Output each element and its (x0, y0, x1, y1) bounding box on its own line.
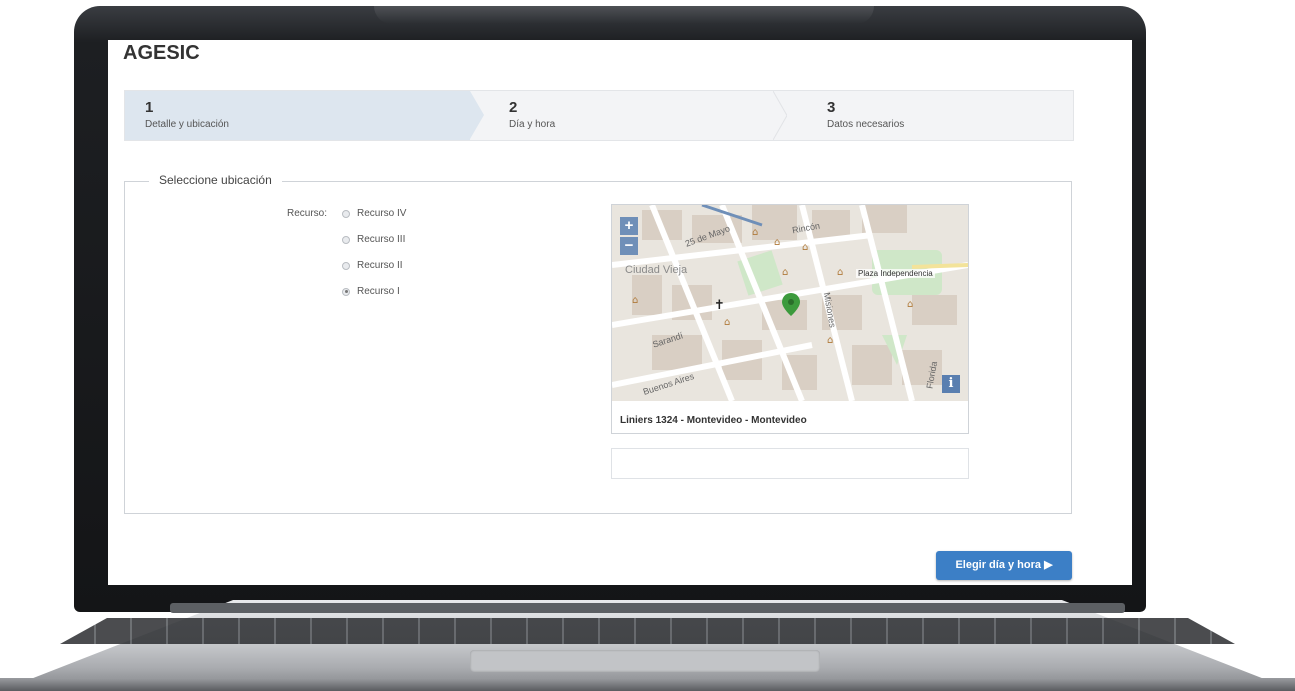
address-input[interactable] (611, 448, 969, 479)
laptop-trackpad (470, 650, 820, 672)
resource-option-iii[interactable]: Recurso III (342, 234, 405, 245)
step-2[interactable]: 2 Día y hora (489, 91, 789, 140)
map-address: Liniers 1324 - Montevideo - Montevideo (620, 415, 807, 426)
step-arrow (470, 91, 484, 139)
svg-text:⌂: ⌂ (724, 317, 730, 328)
svg-text:✝: ✝ (714, 298, 725, 313)
lid-highlight (374, 6, 874, 24)
info-icon[interactable]: i (942, 375, 960, 393)
screen: AGESIC 1 Detalle y ubicación 2 Día y hor… (108, 40, 1132, 585)
radio-button[interactable] (342, 209, 350, 218)
svg-text:⌂: ⌂ (837, 267, 843, 278)
resource-option-ii[interactable]: Recurso II (342, 260, 403, 271)
map-tiles: ⌂ ⌂ ⌂ ⌂ ⌂ ⌂ ⌂ ⌂ ⌂ ✝ (612, 205, 968, 401)
resource-label: Recurso: (287, 208, 328, 219)
laptop-hinge (170, 603, 1125, 613)
resource-option-label: Recurso II (357, 260, 403, 271)
page-title: AGESIC (123, 42, 200, 64)
step-label: Detalle y ubicación (145, 119, 229, 130)
svg-text:⌂: ⌂ (827, 335, 833, 346)
map-label-ciudad-vieja: Ciudad Vieja (625, 264, 688, 276)
location-map[interactable]: ⌂ ⌂ ⌂ ⌂ ⌂ ⌂ ⌂ ⌂ ⌂ ✝ Ciudad Vieja Plaza I… (612, 205, 968, 401)
map-label-plaza: Plaza Independencia (856, 269, 935, 278)
resource-option-iv[interactable]: Recurso IV (342, 208, 406, 219)
radio-button[interactable] (342, 235, 350, 244)
resource-option-label: Recurso III (357, 234, 406, 245)
resource-option-i[interactable]: Recurso I (342, 286, 400, 297)
svg-text:⌂: ⌂ (752, 227, 758, 238)
svg-text:⌂: ⌂ (907, 299, 913, 310)
laptop-keyboard (60, 618, 1235, 644)
zoom-in-button[interactable]: + (620, 217, 638, 235)
radio-button-selected[interactable] (342, 287, 350, 296)
step-1[interactable]: 1 Detalle y ubicación (125, 91, 470, 140)
step-label: Día y hora (509, 119, 556, 130)
step-label: Datos necesarios (827, 119, 905, 130)
svg-text:⌂: ⌂ (782, 267, 788, 278)
step-3[interactable]: 3 Datos necesarios (807, 91, 1067, 140)
svg-text:⌂: ⌂ (632, 295, 638, 306)
step-number: 2 (509, 99, 518, 116)
choose-date-time-button[interactable]: Elegir día y hora ▶ (936, 551, 1072, 580)
stepper: 1 Detalle y ubicación 2 Día y hora 3 Dat… (124, 90, 1074, 141)
resource-option-label: Recurso IV (357, 208, 407, 219)
svg-text:⌂: ⌂ (774, 237, 780, 248)
laptop-edge (0, 678, 1295, 691)
resource-option-label: Recurso I (357, 286, 400, 297)
radio-button[interactable] (342, 261, 350, 270)
location-fieldset: Seleccione ubicación Recurso: Recurso IV… (124, 173, 1072, 514)
map-card: ⌂ ⌂ ⌂ ⌂ ⌂ ⌂ ⌂ ⌂ ⌂ ✝ Ciudad Vieja Plaza I… (611, 204, 969, 434)
step-number: 1 (145, 99, 154, 116)
step-number: 3 (827, 99, 836, 116)
svg-text:⌂: ⌂ (802, 242, 808, 253)
fieldset-legend: Seleccione ubicación (149, 173, 282, 187)
zoom-out-button[interactable]: − (620, 237, 638, 255)
